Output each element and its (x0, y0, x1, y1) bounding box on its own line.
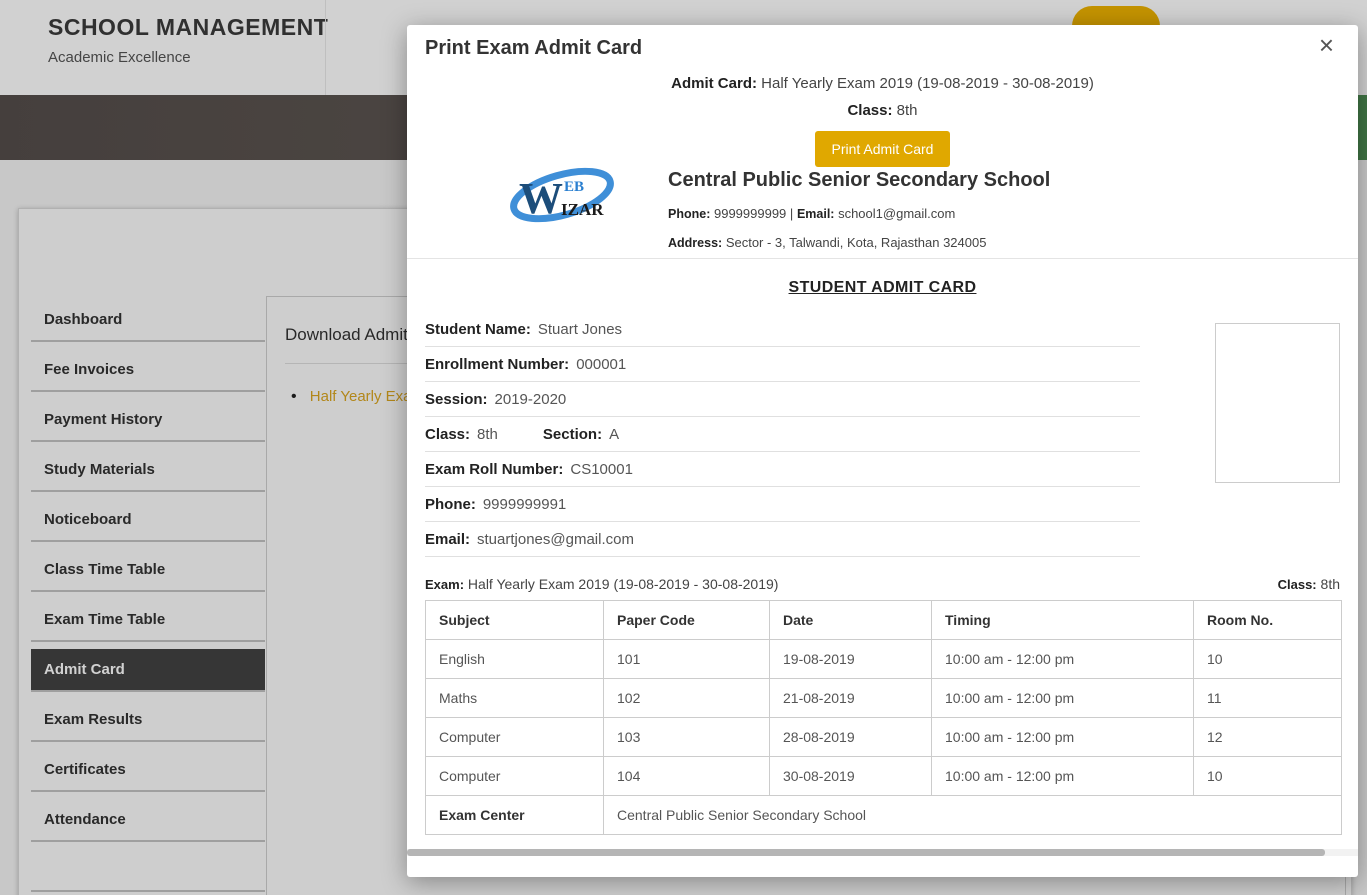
field-label: Enrollment Number: (425, 355, 570, 373)
cell-paper-code: 101 (603, 639, 770, 679)
exam-value: Half Yearly Exam 2019 (19-08-2019 - 30-0… (467, 576, 779, 592)
field-exam-roll-number: Exam Roll Number: CS10001 (425, 452, 1140, 487)
logo-letter-w: W (519, 174, 563, 223)
table-row: Computer 104 30-08-2019 10:00 am - 12:00… (425, 756, 1342, 796)
field-value: 2019-2020 (494, 390, 567, 408)
field-label: Phone: (425, 495, 476, 513)
phone-label: Phone: (668, 207, 711, 221)
admit-card-line: Admit Card: Half Yearly Exam 2019 (19-08… (407, 75, 1358, 94)
cell-date: 19-08-2019 (769, 639, 932, 679)
exam-center-value: Central Public Senior Secondary School (603, 795, 1342, 835)
column-header: Paper Code (603, 600, 770, 640)
field-label: Exam Roll Number: (425, 460, 564, 478)
column-header: Subject (425, 600, 604, 640)
school-logo: W EB IZAR (510, 167, 614, 223)
field-value: 8th (477, 425, 498, 443)
modal-info: Admit Card: Half Yearly Exam 2019 (19-08… (407, 75, 1358, 167)
cell-date: 21-08-2019 (769, 678, 932, 718)
field-value: A (609, 425, 620, 443)
class-line: Class: 8th (407, 102, 1358, 121)
cell-date: 30-08-2019 (769, 756, 932, 796)
field-value: stuartjones@gmail.com (477, 530, 634, 548)
field-value: 000001 (576, 355, 627, 373)
student-admit-card-heading: STUDENT ADMIT CARD (788, 279, 977, 296)
address-value: Sector - 3, Talwandi, Kota, Rajasthan 32… (725, 235, 987, 250)
cell-subject: Computer (425, 717, 604, 757)
field-enrollment-number: Enrollment Number: 000001 (425, 347, 1140, 382)
cell-paper-code: 103 (603, 717, 770, 757)
school-contact-line: Phone: 9999999999 | Email: school1@gmail… (668, 206, 1050, 221)
cell-subject: Computer (425, 756, 604, 796)
table-row: English 101 19-08-2019 10:00 am - 12:00 … (425, 639, 1342, 679)
print-admit-card-button[interactable]: Print Admit Card (814, 131, 951, 167)
exam-summary-right: Class: 8th (1278, 576, 1340, 592)
field-phone: Phone: 9999999991 (425, 487, 1140, 522)
page: SCHOOL MANAGEMENT Academic Excellence Da… (0, 0, 1367, 895)
exam-schedule-table: Subject Paper Code Date Timing Room No. … (425, 600, 1342, 835)
modal-divider (407, 258, 1358, 259)
cell-room: 12 (1193, 717, 1342, 757)
logo-text-eb: EB (564, 179, 584, 195)
cell-timing: 10:00 am - 12:00 pm (931, 717, 1194, 757)
exam-label: Exam: (425, 577, 465, 592)
email-label: Email: (796, 207, 835, 221)
separator: | (789, 206, 794, 221)
field-session: Session: 2019-2020 (425, 382, 1140, 417)
field-label: Class: (425, 425, 471, 443)
table-header-row: Subject Paper Code Date Timing Room No. (425, 600, 1342, 640)
field-label: Email: (425, 530, 471, 548)
field-student-name: Student Name: Stuart Jones (425, 312, 1140, 347)
cell-room: 11 (1193, 678, 1342, 718)
school-info: Central Public Senior Secondary School P… (668, 169, 1050, 250)
exam-class-label: Class: (1277, 577, 1317, 592)
school-name: Central Public Senior Secondary School (668, 169, 1051, 191)
field-value: 9999999991 (482, 495, 567, 513)
close-icon[interactable]: × (1313, 29, 1340, 61)
class-label: Class: (847, 102, 893, 119)
phone-value: 9999999999 (713, 206, 787, 221)
field-label: Session: (425, 390, 488, 408)
cell-timing: 10:00 am - 12:00 pm (931, 678, 1194, 718)
table-row: Computer 103 28-08-2019 10:00 am - 12:00… (425, 717, 1342, 757)
cell-subject: English (425, 639, 604, 679)
field-value: CS10001 (570, 460, 633, 478)
table-row: Maths 102 21-08-2019 10:00 am - 12:00 pm… (425, 678, 1342, 718)
admit-card-value: Half Yearly Exam 2019 (19-08-2019 - 30-0… (761, 75, 1094, 92)
column-header: Date (769, 600, 932, 640)
field-value: Stuart Jones (537, 320, 623, 338)
logo-text-izar: IZAR (561, 200, 604, 219)
student-fields: Student Name: Stuart Jones Enrollment Nu… (425, 312, 1140, 557)
address-label: Address: (668, 236, 723, 250)
horizontal-scrollbar (407, 849, 1358, 856)
cell-date: 28-08-2019 (769, 717, 932, 757)
cell-paper-code: 102 (603, 678, 770, 718)
cell-room: 10 (1193, 639, 1342, 679)
admit-card-label: Admit Card: (671, 75, 757, 92)
print-admit-card-modal: Print Exam Admit Card × Admit Card: Half… (407, 25, 1358, 877)
cell-subject: Maths (425, 678, 604, 718)
field-label: Student Name: (425, 320, 531, 338)
class-value: 8th (896, 102, 918, 119)
field-class-section: Class: 8th Section: A (425, 417, 1140, 452)
exam-center-label: Exam Center (425, 795, 604, 835)
exam-summary-row: Exam: Half Yearly Exam 2019 (19-08-2019 … (425, 576, 1340, 592)
cell-timing: 10:00 am - 12:00 pm (931, 756, 1194, 796)
modal-title: Print Exam Admit Card (425, 37, 643, 59)
field-label: Section: (542, 425, 603, 443)
horizontal-scrollbar-thumb[interactable] (407, 849, 1325, 856)
school-address-line: Address: Sector - 3, Talwandi, Kota, Raj… (668, 235, 1050, 250)
email-value: school1@gmail.com (838, 206, 956, 221)
cell-timing: 10:00 am - 12:00 pm (931, 639, 1194, 679)
cell-room: 10 (1193, 756, 1342, 796)
column-header: Timing (931, 600, 1194, 640)
exam-summary-left: Exam: Half Yearly Exam 2019 (19-08-2019 … (425, 576, 778, 592)
cell-paper-code: 104 (603, 756, 770, 796)
field-email: Email: stuartjones@gmail.com (425, 522, 1140, 557)
column-header: Room No. (1193, 600, 1342, 640)
student-photo-placeholder (1215, 323, 1340, 483)
table-footer-row: Exam Center Central Public Senior Second… (425, 795, 1342, 835)
exam-class-value: 8th (1320, 576, 1340, 592)
